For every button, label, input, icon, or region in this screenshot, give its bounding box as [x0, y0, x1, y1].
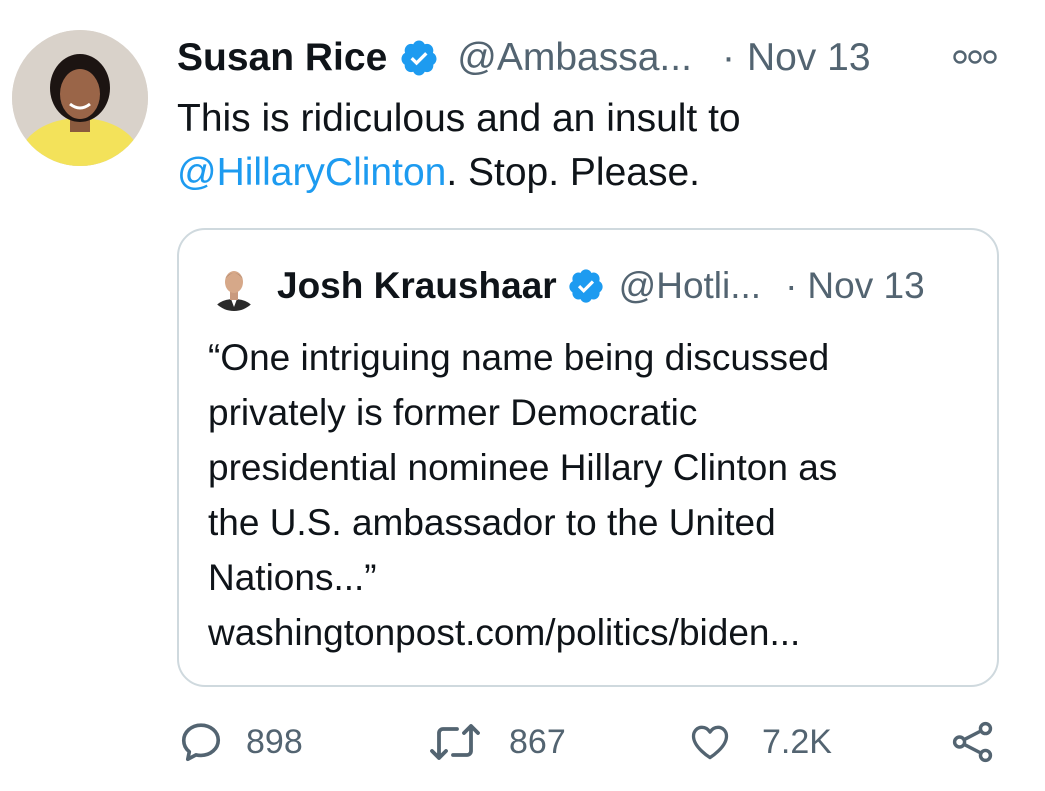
reply-count: 898 [246, 722, 303, 761]
quoted-text-line: Nations...” [208, 557, 377, 598]
quoted-text-line: presidential nominee Hillary Clinton as [208, 447, 838, 488]
share-icon [950, 719, 996, 765]
retweet-icon [427, 720, 483, 764]
retweet-count: 867 [509, 722, 566, 761]
tweet-text-rest: . Stop. Please. [446, 151, 700, 194]
verified-badge-icon [399, 38, 439, 78]
more-icon[interactable] [952, 47, 998, 67]
action-bar: 898 867 7.2K [0, 712, 1045, 772]
quoted-text-line: the U.S. ambassador to the United [208, 502, 776, 543]
quoted-text-line: “One intriguing name being discussed [208, 337, 830, 378]
quoted-tweet-header: Josh Kraushaar @Hotli... · Nov 13 [277, 260, 925, 312]
quoted-tweet-text: “One intriguing name being discussed pri… [208, 330, 978, 660]
retweet-button[interactable]: 867 [427, 712, 566, 772]
heart-icon [688, 720, 732, 764]
reply-icon [178, 719, 224, 765]
like-button[interactable]: 7.2K [688, 712, 832, 772]
separator-dot: · [721, 36, 735, 79]
verified-badge-icon [567, 267, 605, 305]
tweet-text-line: @HillaryClinton. Stop. Please. [177, 146, 997, 200]
quoted-text-line: privately is former Democratic [208, 392, 698, 433]
like-count: 7.2K [762, 722, 832, 761]
quoted-tweet[interactable]: Josh Kraushaar @Hotli... · Nov 13 “One i… [177, 228, 999, 687]
quoted-link[interactable]: washingtonpost.com/politics/biden... [208, 605, 978, 660]
author-handle[interactable]: @Ambassa... [457, 36, 692, 80]
tweet: Susan Rice @Ambassa... · Nov 13 This is … [0, 0, 1045, 791]
reply-button[interactable]: 898 [178, 712, 303, 772]
share-button[interactable] [950, 712, 996, 772]
author-avatar[interactable] [12, 30, 148, 166]
author-name[interactable]: Susan Rice [177, 36, 387, 80]
timestamp[interactable]: Nov 13 [747, 36, 871, 80]
quoted-timestamp[interactable]: Nov 13 [807, 265, 924, 307]
mention-link[interactable]: @HillaryClinton [177, 151, 446, 194]
quoted-author-name[interactable]: Josh Kraushaar [277, 265, 557, 307]
separator-dot: · [785, 265, 798, 306]
tweet-header: Susan Rice @Ambassa... · Nov 13 [177, 32, 871, 84]
quoted-author-handle[interactable]: @Hotli... [619, 265, 761, 307]
quoted-author-avatar[interactable] [209, 261, 259, 311]
tweet-text-line: This is ridiculous and an insult to [177, 97, 741, 140]
tweet-text: This is ridiculous and an insult to @Hil… [177, 92, 997, 200]
